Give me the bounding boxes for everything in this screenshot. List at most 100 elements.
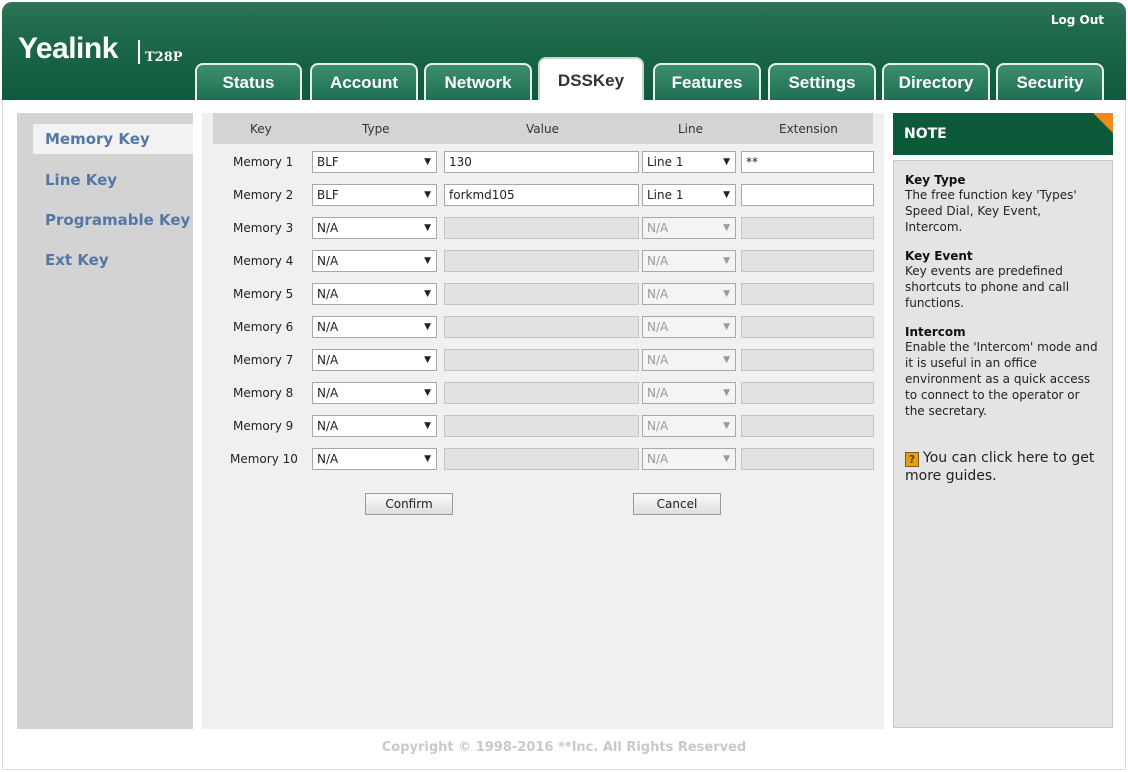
key-label: Memory 1 <box>233 155 294 169</box>
note-key-type-text: The free function key 'Types' Speed Dial… <box>905 188 1077 234</box>
value-input[interactable]: 130 <box>444 151 639 173</box>
key-label: Memory 10 <box>230 452 298 466</box>
table-row: Memory 8 N/A ▼ N/A ▼ <box>202 382 884 406</box>
extension-input <box>741 217 874 239</box>
value-input <box>444 382 639 404</box>
extension-input <box>741 349 874 371</box>
dropdown-arrow-icon: ▼ <box>723 388 730 398</box>
tab-features[interactable]: Features <box>653 63 761 100</box>
type-select[interactable]: N/A ▼ <box>312 349 437 371</box>
tab-status[interactable]: Status <box>195 63 302 100</box>
key-label: Memory 8 <box>233 386 294 400</box>
type-select-value: N/A <box>317 320 339 334</box>
extension-input[interactable]: ** <box>741 151 874 173</box>
type-select-value: N/A <box>317 419 339 433</box>
line-select: N/A ▼ <box>642 283 736 305</box>
line-select: N/A ▼ <box>642 448 736 470</box>
tab-directory[interactable]: Directory <box>882 63 990 100</box>
note-title: NOTE <box>904 126 947 142</box>
sidebar-item-line-key[interactable]: Line Key <box>45 171 117 189</box>
dropdown-arrow-icon: ▼ <box>424 454 431 464</box>
line-select: N/A ▼ <box>642 217 736 239</box>
value-input <box>444 448 639 470</box>
value-input <box>444 283 639 305</box>
table-row: Memory 5 N/A ▼ N/A ▼ <box>202 283 884 307</box>
guide-link[interactable]: ? You can click here to get more guides. <box>905 449 1101 485</box>
table-row: Memory 6 N/A ▼ N/A ▼ <box>202 316 884 340</box>
type-select[interactable]: N/A ▼ <box>312 250 437 272</box>
line-select: N/A ▼ <box>642 250 736 272</box>
type-select[interactable]: N/A ▼ <box>312 217 437 239</box>
line-select-value: N/A <box>647 386 669 400</box>
line-select-value: Line 1 <box>647 155 684 169</box>
key-label: Memory 2 <box>233 188 294 202</box>
dropdown-arrow-icon: ▼ <box>424 190 431 200</box>
note-key-event-title: Key Event <box>905 249 973 263</box>
type-select[interactable]: N/A ▼ <box>312 382 437 404</box>
line-select: N/A ▼ <box>642 382 736 404</box>
value-input[interactable]: forkmd105 <box>444 184 639 206</box>
extension-input[interactable] <box>741 184 874 206</box>
line-select-value: Line 1 <box>647 188 684 202</box>
confirm-button[interactable]: Confirm <box>365 493 453 515</box>
type-select[interactable]: N/A ▼ <box>312 448 437 470</box>
line-select-value: N/A <box>647 254 669 268</box>
type-select-value: N/A <box>317 353 339 367</box>
table-row: Memory 3 N/A ▼ N/A ▼ <box>202 217 884 241</box>
note-intercom-text: Enable the 'Intercom' mode and it is use… <box>905 340 1098 418</box>
type-select[interactable]: N/A ▼ <box>312 283 437 305</box>
line-select[interactable]: Line 1 ▼ <box>642 151 736 173</box>
tab-network[interactable]: Network <box>424 63 532 100</box>
header-key: Key <box>250 122 272 136</box>
type-select-value: N/A <box>317 254 339 268</box>
line-select-value: N/A <box>647 419 669 433</box>
line-select[interactable]: Line 1 ▼ <box>642 184 736 206</box>
dropdown-arrow-icon: ▼ <box>424 355 431 365</box>
dropdown-arrow-icon: ▼ <box>723 157 730 167</box>
dropdown-arrow-icon: ▼ <box>723 256 730 266</box>
line-select-value: N/A <box>647 452 669 466</box>
dropdown-arrow-icon: ▼ <box>723 322 730 332</box>
value-input <box>444 217 639 239</box>
dropdown-arrow-icon: ▼ <box>723 355 730 365</box>
table-row: Memory 10 N/A ▼ N/A ▼ <box>202 448 884 472</box>
type-select[interactable]: N/A ▼ <box>312 316 437 338</box>
note-key-type-title: Key Type <box>905 173 966 187</box>
note-panel: Key Type The free function key 'Types' S… <box>893 160 1113 728</box>
header-type: Type <box>362 122 390 136</box>
key-label: Memory 3 <box>233 221 294 235</box>
tab-account[interactable]: Account <box>310 63 418 100</box>
line-select-value: N/A <box>647 353 669 367</box>
sidebar-item-programable-key[interactable]: Programable Key <box>45 211 190 229</box>
tab-security[interactable]: Security <box>996 63 1104 100</box>
type-select[interactable]: BLF ▼ <box>312 151 437 173</box>
sidebar-item-memory-key[interactable]: Memory Key <box>33 124 193 154</box>
extension-input <box>741 250 874 272</box>
guide-link-text[interactable]: You can click here to get more guides. <box>905 450 1094 484</box>
table-header: Key Type Value Line Extension <box>213 113 873 144</box>
value-input <box>444 316 639 338</box>
dropdown-arrow-icon: ▼ <box>424 322 431 332</box>
extension-input <box>741 415 874 437</box>
sidebar-item-ext-key[interactable]: Ext Key <box>45 251 109 269</box>
cancel-button[interactable]: Cancel <box>633 493 721 515</box>
dropdown-arrow-icon: ▼ <box>723 289 730 299</box>
table-row: Memory 2 BLF ▼ forkmd105 Line 1 ▼ <box>202 184 884 208</box>
key-label: Memory 5 <box>233 287 294 301</box>
note-header: NOTE <box>893 113 1113 155</box>
type-select[interactable]: N/A ▼ <box>312 415 437 437</box>
line-select: N/A ▼ <box>642 349 736 371</box>
note-corner-flag <box>1093 113 1113 133</box>
memory-key-panel: Key Type Value Line Extension Memory 1 BL… <box>202 113 884 729</box>
key-label: Memory 6 <box>233 320 294 334</box>
tab-dsskey[interactable]: DSSKey <box>538 57 644 100</box>
line-select: N/A ▼ <box>642 316 736 338</box>
key-label: Memory 4 <box>233 254 294 268</box>
value-input <box>444 250 639 272</box>
tab-settings[interactable]: Settings <box>768 63 876 100</box>
value-input <box>444 415 639 437</box>
value-input <box>444 349 639 371</box>
help-book-icon: ? <box>905 452 919 467</box>
type-select[interactable]: BLF ▼ <box>312 184 437 206</box>
type-select-value: BLF <box>317 188 339 202</box>
